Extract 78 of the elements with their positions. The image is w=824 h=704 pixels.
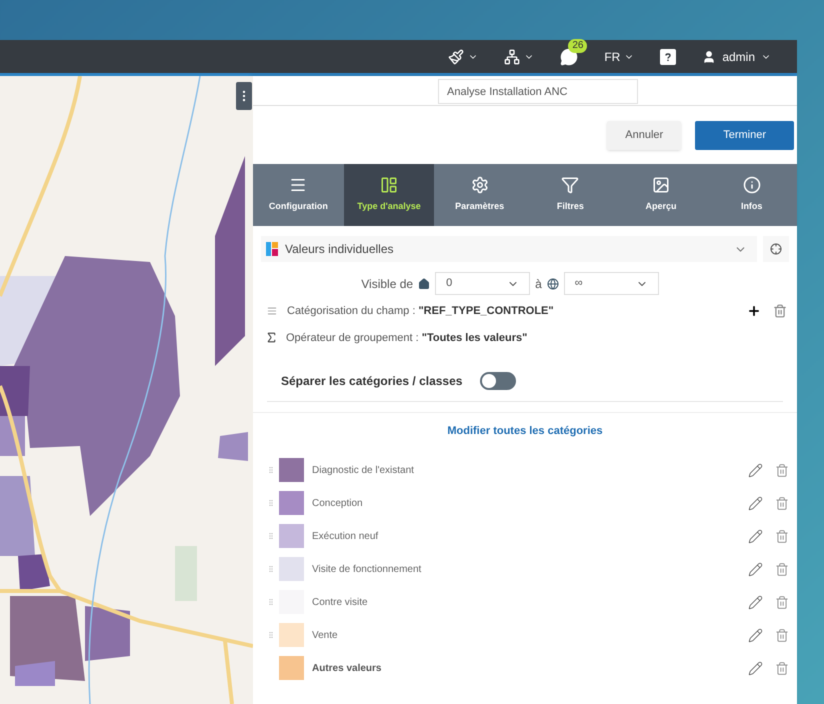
delete-icon[interactable] (775, 528, 789, 544)
network-icon (504, 48, 520, 64)
color-bars-icon (266, 242, 278, 256)
drag-handle-icon[interactable] (267, 498, 275, 508)
info-icon (742, 176, 761, 194)
color-swatch[interactable] (279, 458, 304, 482)
sigma-icon (265, 331, 278, 344)
delete-icon[interactable] (775, 562, 789, 576)
filter-icon (561, 176, 580, 194)
edit-icon[interactable] (748, 528, 763, 544)
network-menu-button[interactable] (504, 48, 534, 64)
delete-icon[interactable] (775, 628, 789, 642)
delete-icon[interactable] (775, 462, 789, 478)
image-icon (652, 176, 670, 194)
help-icon[interactable] (660, 48, 676, 64)
edit-icon[interactable] (748, 660, 763, 676)
edit-all-categories-link[interactable]: Modifier toutes les catégories (447, 423, 603, 440)
tab[interactable]: Aperçu (616, 164, 706, 226)
color-swatch[interactable] (279, 557, 304, 581)
color-swatch[interactable] (279, 491, 304, 515)
user-icon (702, 50, 716, 64)
chat-icon (560, 48, 578, 66)
category-label: Exécution neuf (312, 530, 380, 544)
edit-icon[interactable] (748, 628, 763, 642)
color-swatch[interactable] (279, 524, 304, 548)
analysis-type-select[interactable]: Valeurs individuelles (261, 236, 757, 262)
drag-handle-icon[interactable] (267, 597, 275, 607)
edit-icon[interactable] (748, 496, 763, 510)
category-label: Visite de fonctionnement (312, 562, 422, 576)
crosshair-icon (770, 243, 782, 255)
delete-icon[interactable] (775, 496, 789, 510)
tab[interactable]: Filtres (525, 164, 616, 226)
separate-categories-label: Séparer les catégories / classes (281, 372, 462, 390)
max-scale-select[interactable]: ∞ (564, 272, 659, 295)
category-label: Vente (312, 628, 339, 642)
brush-icon (448, 48, 464, 64)
more-options-button[interactable] (236, 82, 252, 110)
finish-button[interactable]: Terminer (695, 120, 794, 150)
messages-button[interactable] (560, 48, 578, 66)
home-icon (418, 278, 430, 290)
notification-badge: 26 (568, 38, 588, 52)
delete-icon[interactable] (775, 660, 789, 676)
category-label: Conception (312, 496, 364, 510)
brush-menu-button[interactable] (448, 48, 478, 64)
user-menu[interactable]: admin (702, 48, 771, 66)
separate-toggle[interactable] (480, 372, 516, 390)
language-menu[interactable]: FR (604, 48, 634, 66)
tab[interactable]: Paramètres (434, 164, 526, 226)
drag-handle-icon[interactable] (267, 465, 275, 475)
list-icon (267, 306, 277, 316)
delete-icon[interactable] (775, 594, 789, 610)
add-icon[interactable] (747, 304, 761, 318)
drag-handle-icon[interactable] (267, 630, 275, 640)
edit-icon[interactable] (748, 462, 763, 478)
field-categorization-text: Catégorisation du champ : "REF_TYPE_CONTROLE" (287, 304, 555, 319)
drag-handle-icon[interactable] (267, 531, 275, 541)
category-label: Autres valeurs (312, 662, 382, 676)
to-label: à (535, 276, 542, 292)
cancel-button[interactable]: Annuler (607, 120, 682, 150)
gear-icon (470, 176, 489, 194)
tab[interactable]: Configuration (253, 164, 344, 226)
analysis-name-field[interactable]: Analyse Installation ANC (438, 79, 638, 104)
visible-from-label: Visible de (361, 276, 414, 292)
tab[interactable]: Infos (706, 164, 798, 226)
globe-icon (546, 278, 559, 290)
min-scale-select[interactable]: 0 (435, 272, 530, 295)
layout-icon (380, 176, 398, 194)
category-label: Diagnostic de l'existant (312, 464, 415, 478)
edit-icon[interactable] (748, 594, 763, 610)
locate-button[interactable] (763, 236, 789, 262)
delete-icon[interactable] (773, 304, 787, 318)
color-swatch[interactable] (279, 623, 304, 647)
grouping-operator-text: Opérateur de groupement : "Toutes les valeurs" (286, 330, 528, 346)
color-swatch[interactable] (279, 656, 304, 680)
drag-handle-icon[interactable] (267, 564, 275, 574)
edit-icon[interactable] (748, 562, 763, 576)
tab[interactable]: Type d'analyse (344, 164, 434, 226)
category-label: Contre visite (312, 596, 369, 610)
